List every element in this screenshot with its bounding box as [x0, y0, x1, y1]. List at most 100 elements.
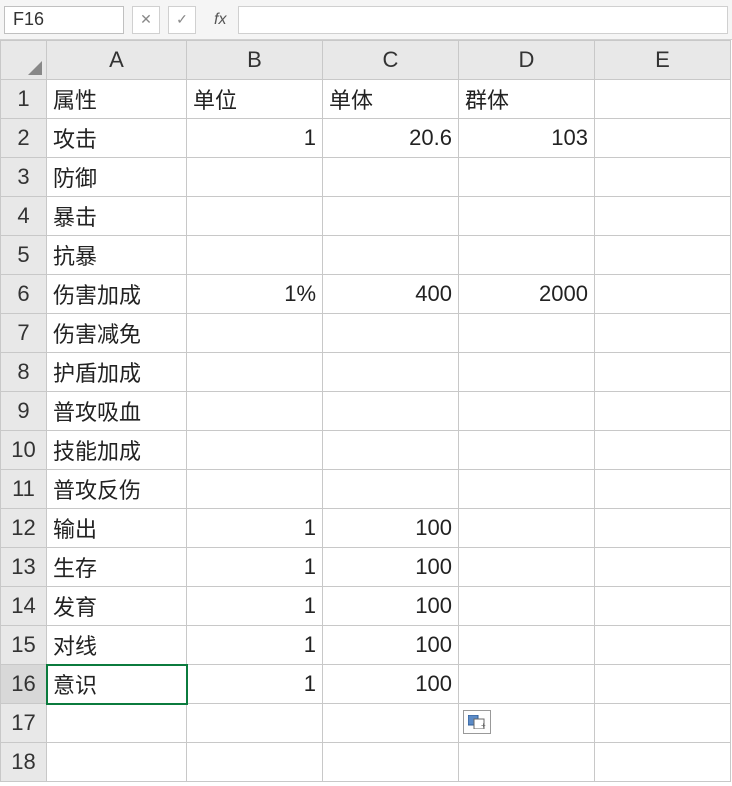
- cell-B16[interactable]: 1: [187, 665, 323, 704]
- name-box[interactable]: F16: [4, 6, 124, 34]
- cell-D11[interactable]: [459, 470, 595, 509]
- cell-E3[interactable]: [595, 158, 731, 197]
- row-header-3[interactable]: 3: [1, 158, 47, 197]
- cell-C15[interactable]: 100: [323, 626, 459, 665]
- cell-B9[interactable]: [187, 392, 323, 431]
- cell-C2[interactable]: 20.6: [323, 119, 459, 158]
- column-header-E[interactable]: E: [595, 41, 731, 80]
- cell-C16[interactable]: 100: [323, 665, 459, 704]
- cell-D5[interactable]: [459, 236, 595, 275]
- row-header-18[interactable]: 18: [1, 743, 47, 782]
- cell-C8[interactable]: [323, 353, 459, 392]
- cell-E8[interactable]: [595, 353, 731, 392]
- cell-D13[interactable]: [459, 548, 595, 587]
- cell-E9[interactable]: [595, 392, 731, 431]
- cell-C5[interactable]: [323, 236, 459, 275]
- cell-C10[interactable]: [323, 431, 459, 470]
- cell-A12[interactable]: 输出: [47, 509, 187, 548]
- cell-B3[interactable]: [187, 158, 323, 197]
- cell-E17[interactable]: [595, 704, 731, 743]
- cell-D2[interactable]: 103: [459, 119, 595, 158]
- row-header-16[interactable]: 16: [1, 665, 47, 704]
- cell-E13[interactable]: [595, 548, 731, 587]
- cell-E10[interactable]: [595, 431, 731, 470]
- cell-D15[interactable]: [459, 626, 595, 665]
- cell-B4[interactable]: [187, 197, 323, 236]
- cell-E2[interactable]: [595, 119, 731, 158]
- formula-bar[interactable]: [238, 6, 728, 34]
- cell-B8[interactable]: [187, 353, 323, 392]
- cell-B5[interactable]: [187, 236, 323, 275]
- cell-B6[interactable]: 1%: [187, 275, 323, 314]
- cell-A14[interactable]: 发育: [47, 587, 187, 626]
- cell-B7[interactable]: [187, 314, 323, 353]
- cell-B18[interactable]: [187, 743, 323, 782]
- cell-D4[interactable]: [459, 197, 595, 236]
- row-header-2[interactable]: 2: [1, 119, 47, 158]
- cell-D7[interactable]: [459, 314, 595, 353]
- cell-C17[interactable]: [323, 704, 459, 743]
- cell-D16[interactable]: [459, 665, 595, 704]
- cell-C13[interactable]: 100: [323, 548, 459, 587]
- column-header-B[interactable]: B: [187, 41, 323, 80]
- cell-D1[interactable]: 群体: [459, 80, 595, 119]
- cell-A11[interactable]: 普攻反伤: [47, 470, 187, 509]
- cell-B17[interactable]: [187, 704, 323, 743]
- cell-A6[interactable]: 伤害加成: [47, 275, 187, 314]
- cell-A8[interactable]: 护盾加成: [47, 353, 187, 392]
- row-header-8[interactable]: 8: [1, 353, 47, 392]
- cell-A13[interactable]: 生存: [47, 548, 187, 587]
- cell-E1[interactable]: [595, 80, 731, 119]
- cell-C14[interactable]: 100: [323, 587, 459, 626]
- cell-B2[interactable]: 1: [187, 119, 323, 158]
- cell-D9[interactable]: [459, 392, 595, 431]
- cell-D10[interactable]: [459, 431, 595, 470]
- row-header-4[interactable]: 4: [1, 197, 47, 236]
- cell-E11[interactable]: [595, 470, 731, 509]
- cell-A15[interactable]: 对线: [47, 626, 187, 665]
- row-header-7[interactable]: 7: [1, 314, 47, 353]
- cell-E4[interactable]: [595, 197, 731, 236]
- row-header-14[interactable]: 14: [1, 587, 47, 626]
- cell-E15[interactable]: [595, 626, 731, 665]
- cell-A3[interactable]: 防御: [47, 158, 187, 197]
- cell-C9[interactable]: [323, 392, 459, 431]
- cell-B15[interactable]: 1: [187, 626, 323, 665]
- cell-A17[interactable]: [47, 704, 187, 743]
- confirm-icon[interactable]: ✓: [168, 6, 196, 34]
- fx-icon[interactable]: fx: [214, 11, 226, 29]
- cell-E12[interactable]: [595, 509, 731, 548]
- row-header-12[interactable]: 12: [1, 509, 47, 548]
- row-header-17[interactable]: 17: [1, 704, 47, 743]
- cell-E6[interactable]: [595, 275, 731, 314]
- cell-C12[interactable]: 100: [323, 509, 459, 548]
- row-header-13[interactable]: 13: [1, 548, 47, 587]
- cell-A10[interactable]: 技能加成: [47, 431, 187, 470]
- spreadsheet-grid[interactable]: ABCDE 1属性单位单体群体2攻击120.61033防御4暴击5抗暴6伤害加成…: [0, 40, 732, 782]
- cell-D18[interactable]: [459, 743, 595, 782]
- cell-C18[interactable]: [323, 743, 459, 782]
- cell-A7[interactable]: 伤害减免: [47, 314, 187, 353]
- cell-E5[interactable]: [595, 236, 731, 275]
- row-header-1[interactable]: 1: [1, 80, 47, 119]
- row-header-15[interactable]: 15: [1, 626, 47, 665]
- cell-A1[interactable]: 属性: [47, 80, 187, 119]
- row-header-9[interactable]: 9: [1, 392, 47, 431]
- cell-C3[interactable]: [323, 158, 459, 197]
- row-header-10[interactable]: 10: [1, 431, 47, 470]
- cell-D6[interactable]: 2000: [459, 275, 595, 314]
- row-header-11[interactable]: 11: [1, 470, 47, 509]
- row-header-5[interactable]: 5: [1, 236, 47, 275]
- cell-B14[interactable]: 1: [187, 587, 323, 626]
- column-header-C[interactable]: C: [323, 41, 459, 80]
- cell-D8[interactable]: [459, 353, 595, 392]
- cell-D3[interactable]: [459, 158, 595, 197]
- paste-options-icon[interactable]: +: [463, 710, 491, 734]
- cell-A5[interactable]: 抗暴: [47, 236, 187, 275]
- cell-B11[interactable]: [187, 470, 323, 509]
- column-header-A[interactable]: A: [47, 41, 187, 80]
- cell-A4[interactable]: 暴击: [47, 197, 187, 236]
- cell-A16[interactable]: 意识: [47, 665, 187, 704]
- cell-B13[interactable]: 1: [187, 548, 323, 587]
- cell-A2[interactable]: 攻击: [47, 119, 187, 158]
